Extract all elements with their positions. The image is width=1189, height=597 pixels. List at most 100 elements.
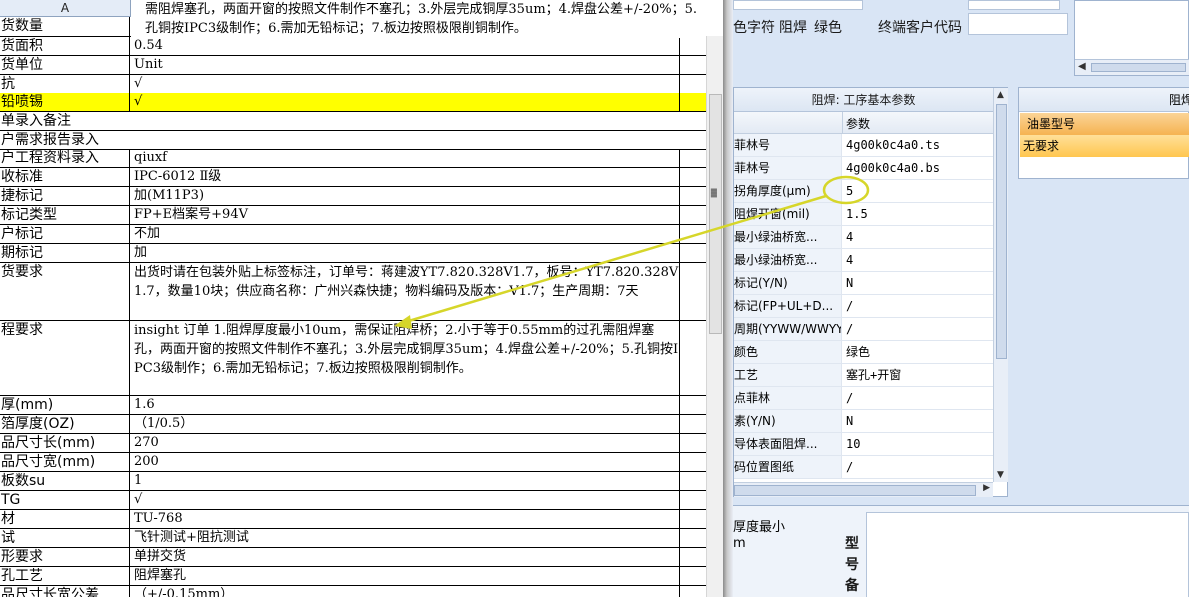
top-input-b[interactable] [968,0,1060,10]
grid-row-value[interactable]: 塞孔+开窗 [846,364,991,386]
sheet-key-cell[interactable]: 孔工艺 [0,567,130,585]
sheet-key-cell[interactable]: 户工程资料录入 [0,149,130,167]
grid-row[interactable]: 工艺 塞孔+开窗 [734,364,993,387]
grid-row-value[interactable]: 1.5 [846,203,991,225]
sheet-key-cell[interactable]: 铅喷锡 [0,93,130,111]
scroll-up-icon[interactable]: ▲ [997,90,1004,100]
grid-row[interactable]: 点菲林 / [734,387,993,410]
end-customer-code-input[interactable] [968,13,1068,35]
sheet-value-cell[interactable]: qiuxf [131,149,680,167]
sheet-key-cell[interactable]: 试 [0,529,130,547]
sheet-key-cell[interactable]: 品尺寸长宽公差 [0,586,130,597]
sheet-key-cell[interactable]: 货面积 [0,37,130,55]
sheet-value-cell[interactable]: （1/0.5） [131,415,680,433]
sheet-value-cell[interactable]: 270 [131,434,680,452]
sheet-value-cell[interactable]: 出货时请在包装外贴上标签标注，订单号：蒋建波YT7.820.328V1.7，板号… [131,263,680,320]
sheet-value-cell[interactable]: 不加 [131,225,680,243]
grid-row[interactable]: 阻焊开窗(mil) 1.5 [734,203,993,226]
grid-row[interactable]: 最小绿油桥宽... 4 [734,226,993,249]
grid-row[interactable]: 颜色 绿色 [734,341,993,364]
sheet-key-cell[interactable]: 材 [0,510,130,528]
grid-row-value[interactable]: / [846,456,991,478]
sheet-value-cell[interactable]: 单拼交货 [131,548,680,566]
sheet-value-cell[interactable]: √ [131,75,680,93]
column-header-a[interactable]: A [0,0,131,17]
sheet-vertical-scrollbar[interactable]: ▬ ▬ ▬ [706,36,723,597]
sheet-key-cell[interactable]: 期标记 [0,244,130,262]
sheet-value-cell[interactable]: √ [131,491,680,509]
sheet-key-cell[interactable]: 品尺寸长(mm) [0,434,130,452]
sheet-value-cell[interactable]: 阻焊塞孔 [131,567,680,585]
grid-row[interactable]: 码位置图纸 / [734,456,993,479]
scroll-thumb[interactable] [996,104,1007,359]
sheet-value-cell[interactable]: Unit [131,56,680,74]
header-param[interactable]: 参数 [846,115,870,132]
grid-row[interactable]: 周期(YYWW/WWYY) / [734,318,993,341]
grid-row[interactable]: 菲林号 4g00k0c4a0.bs [734,157,993,180]
sheet-key-cell[interactable]: 形要求 [0,548,130,566]
sheet-key-cell[interactable]: 程要求 [0,321,130,395]
sheet-key-cell[interactable]: 捷标记 [0,187,130,205]
grid-row-value[interactable]: 4 [846,249,991,271]
sheet-key-cell[interactable]: 品尺寸宽(mm) [0,453,130,471]
sheet-value-cell[interactable]: 加 [131,244,680,262]
grid-row-value[interactable]: / [846,387,991,409]
sheet-value-cell[interactable]: FP+E档案号+94V [131,206,680,224]
scroll-right-icon[interactable]: ▶ [983,483,990,493]
ink-model-value[interactable]: 无要求 [1020,135,1189,157]
grid-row-value[interactable]: N [846,410,991,432]
scroll-thumb[interactable] [709,94,722,334]
ink-model-header[interactable]: 油墨型号 [1020,113,1189,135]
sheet-key-cell[interactable]: 板数su [0,472,130,490]
sheet-value-cell[interactable]: 飞针测试+阻抗测试 [131,529,680,547]
remark-box[interactable] [866,512,1189,597]
grid-row-value[interactable]: 5 [846,180,991,202]
sheet-value-cell[interactable]: 1.6 [131,396,680,414]
sheet-value-cell[interactable]: 200 [131,453,680,471]
sheet-key-cell[interactable]: 货要求 [0,263,130,320]
grid-row-value[interactable]: N [846,272,991,294]
scroll-down-icon[interactable]: ▼ [997,470,1004,480]
sheet-value-cell[interactable]: insight 订单 1.阻焊厚度最小10um，需保证阻焊桥；2.小于等于0.5… [131,321,680,395]
grid-vertical-scrollbar[interactable]: ▲ ▼ [993,88,1008,482]
sheet-key-cell[interactable]: 抗 [0,75,130,93]
sheet-key-cell[interactable]: 收标准 [0,168,130,186]
sheet-value-cell[interactable]: 0.54 [131,37,680,55]
grid-row-value[interactable]: 4g00k0c4a0.bs [846,157,991,179]
sheet-key-cell[interactable]: 厚(mm) [0,396,130,414]
scroll-left-icon[interactable]: ◀ [1078,61,1086,72]
scroll-thumb[interactable] [734,485,976,496]
sheet-key-cell[interactable]: 箔厚度(OZ) [0,415,130,433]
grid-row[interactable]: 标记(Y/N) N [734,272,993,295]
sheet-key-cell[interactable]: 户标记 [0,225,130,243]
grid-row-value[interactable]: 4 [846,226,991,248]
sheet-value-cell[interactable]: 1 [131,472,680,490]
top-input-a[interactable] [733,0,863,10]
grid-row-value[interactable]: 10 [846,433,991,455]
sheet-key-cell[interactable]: 货数量 [0,17,130,36]
grid-row[interactable]: 导体表面阻焊... 10 [734,433,993,456]
grid-row-value[interactable]: 4g00k0c4a0.ts [846,134,991,156]
grid-horizontal-scrollbar[interactable]: ▶ [734,482,993,497]
sheet-key-cell[interactable]: TG [0,491,130,509]
sheet-value-cell[interactable]: √ [131,93,680,111]
top-note-cell[interactable]: 需阻焊塞孔，两面开窗的按照文件制作不塞孔；3.外层完成铜厚35um；4.焊盘公差… [131,0,706,38]
grid-row-value[interactable]: / [846,295,991,317]
scroll-thumb[interactable] [1091,63,1186,72]
sheet-value-cell[interactable]: TU-768 [131,510,680,528]
sheet-key-cell[interactable]: 标记类型 [0,206,130,224]
sheet-key-cell[interactable]: 单录入备注 [0,112,706,130]
grid-row[interactable]: 素(Y/N) N [734,410,993,433]
top-right-hscroll[interactable]: ◀ [1075,59,1189,75]
grid-row-value[interactable]: 绿色 [846,341,991,363]
grid-row-value[interactable]: / [846,318,991,340]
grid-row[interactable]: 拐角厚度(μm) 5 [734,180,993,203]
sheet-key-cell[interactable]: 货单位 [0,56,130,74]
grid-row[interactable]: 标记(FP+UL+D... / [734,295,993,318]
grid-row[interactable]: 最小绿油桥宽... 4 [734,249,993,272]
sheet-key-cell[interactable]: 户需求报告录入 [0,131,706,149]
sheet-value-cell[interactable]: 加(M11P3) [131,187,680,205]
sheet-value-cell[interactable]: （+/-0.15mm） [131,586,680,597]
grid-row[interactable]: 菲林号 4g00k0c4a0.ts [734,134,993,157]
sheet-value-cell[interactable]: IPC-6012 Ⅱ级 [131,168,680,186]
